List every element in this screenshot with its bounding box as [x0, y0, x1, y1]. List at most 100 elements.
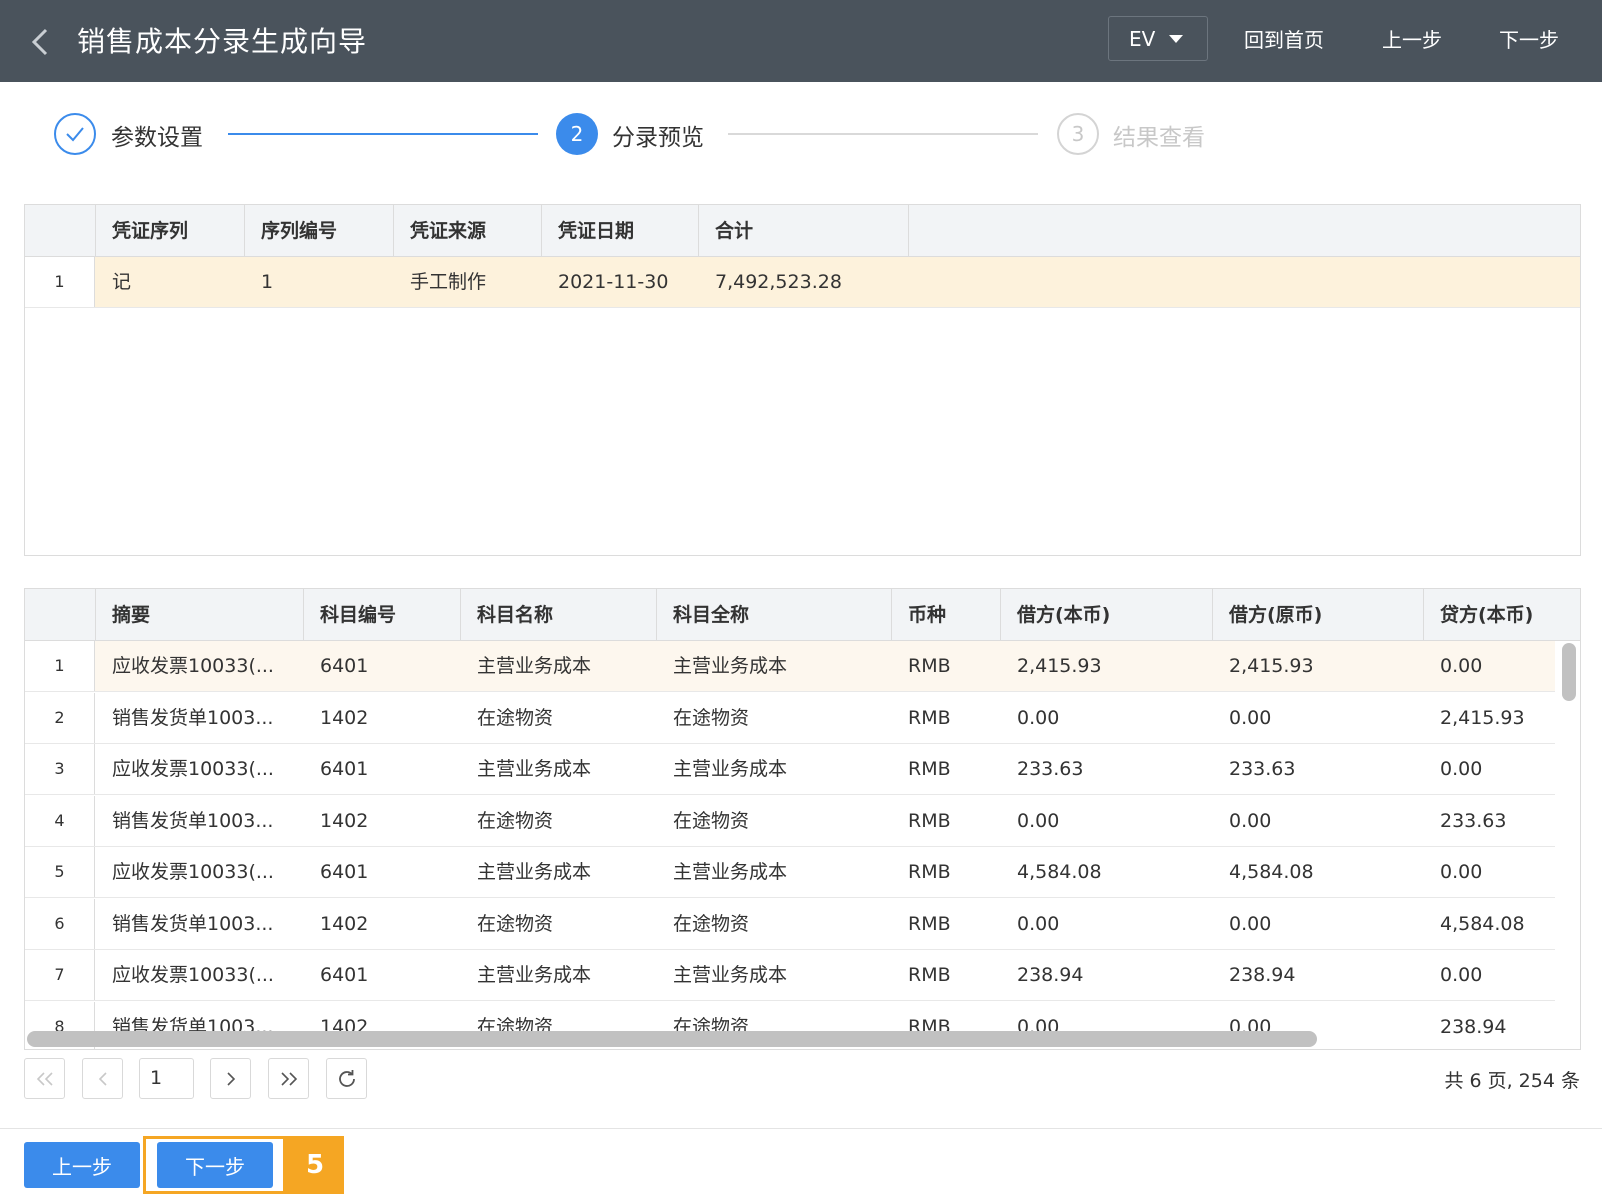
top-bar: 销售成本分录生成向导 EV 回到首页 上一步 下一步	[0, 0, 1602, 82]
step-2-number: 2	[556, 113, 598, 155]
step-done-check-icon	[54, 113, 96, 155]
table-cell: 主营业务成本	[673, 655, 788, 677]
table-cell: 1402	[320, 912, 369, 935]
table-cell: 记	[112, 271, 132, 293]
step-2-label: 分录预览	[612, 125, 704, 151]
step-connector	[228, 133, 538, 135]
table-cell: 主营业务成本	[673, 861, 788, 883]
table-cell: 主营业务成本	[477, 655, 592, 677]
row-number: 2	[25, 692, 95, 743]
row-number: 1	[25, 257, 95, 307]
ev-dropdown-label: EV	[1129, 26, 1156, 51]
callout-highlight-box	[143, 1136, 286, 1194]
step-3-label: 结果查看	[1113, 125, 1205, 151]
table-cell: 1402	[320, 706, 369, 729]
step-connector	[728, 133, 1038, 135]
column-header[interactable]: 凭证日期	[542, 205, 699, 257]
step-3-number: 3	[1057, 113, 1099, 155]
table-cell: 应收发票10033(...	[112, 861, 274, 883]
table-cell: 238.94	[1017, 964, 1084, 986]
table-cell: 0.00	[1017, 809, 1060, 832]
table-cell: 应收发票10033(...	[112, 964, 274, 986]
table-row[interactable]: 4 销售发货单1003... 1402 在途物资 在途物资 RMB 0.00 0.00 233.…	[25, 795, 1555, 847]
table-row[interactable]: 7 应收发票10033(... 6401 主营业务成本 主营业务成本 RMB 238.94 2…	[25, 950, 1555, 1001]
column-header[interactable]: 序列编号	[245, 205, 394, 257]
home-link[interactable]: 回到首页	[1244, 24, 1324, 53]
table-cell: 0.00	[1229, 912, 1272, 935]
table-cell: 在途物资	[477, 912, 554, 935]
table-cell: 手工制作	[410, 271, 487, 293]
voucher-table-header: 凭证序列 序列编号 凭证来源 凭证日期 合计	[25, 205, 1580, 257]
column-header[interactable]: 借方(原币)	[1213, 589, 1424, 641]
table-cell: RMB	[908, 964, 951, 986]
table-cell: 主营业务成本	[477, 758, 592, 780]
double-chevron-left-icon	[36, 1071, 53, 1086]
wizard-steps: 参数设置 2 分录预览 3 结果查看	[0, 108, 1602, 160]
table-cell: 4,584.08	[1229, 861, 1314, 883]
column-header[interactable]: 凭证序列	[96, 205, 245, 257]
last-page-button[interactable]	[268, 1058, 309, 1099]
column-header[interactable]: 币种	[892, 589, 1001, 641]
table-row[interactable]: 3 应收发票10033(... 6401 主营业务成本 主营业务成本 RMB 233.63 2…	[25, 744, 1555, 795]
table-cell: 2,415.93	[1229, 655, 1314, 677]
table-row[interactable]: 2 销售发货单1003... 1402 在途物资 在途物资 RMB 0.00 0.00 2,41…	[25, 692, 1555, 744]
table-row[interactable]: 1 应收发票10033(... 6401 主营业务成本 主营业务成本 RMB 2,415.9…	[25, 641, 1555, 692]
vertical-scrollbar[interactable]	[1562, 643, 1576, 701]
next-page-button[interactable]	[210, 1058, 251, 1099]
column-header[interactable]: 科目名称	[461, 589, 657, 641]
header-prev-link[interactable]: 上一步	[1382, 24, 1442, 53]
back-arrow-icon[interactable]	[26, 24, 56, 60]
first-page-button[interactable]	[24, 1058, 65, 1099]
table-row[interactable]: 6 销售发货单1003... 1402 在途物资 在途物资 RMB 0.00 0.00 4,58…	[25, 898, 1555, 950]
column-header[interactable]: 科目全称	[657, 589, 892, 641]
prev-page-button[interactable]	[82, 1058, 123, 1099]
table-cell: 1	[261, 271, 274, 293]
step-1-label: 参数设置	[111, 125, 203, 151]
table-cell: 应收发票10033(...	[112, 758, 274, 780]
row-number: 6	[25, 898, 95, 949]
table-cell: RMB	[908, 706, 951, 729]
column-header[interactable]: 凭证来源	[394, 205, 542, 257]
table-cell: 主营业务成本	[477, 964, 592, 986]
table-cell: 在途物资	[477, 706, 554, 729]
ev-dropdown[interactable]: EV	[1108, 16, 1208, 61]
table-cell: 销售发货单1003...	[112, 809, 274, 832]
refresh-icon	[338, 1069, 355, 1087]
table-cell: 应收发票10033(...	[112, 655, 274, 677]
prev-step-button[interactable]: 上一步	[24, 1142, 140, 1188]
table-cell: 0.00	[1229, 706, 1272, 729]
table-row[interactable]: 1 记 1 手工制作 2021-11-30 7,492,523.28	[25, 257, 1580, 308]
chevron-right-icon	[226, 1071, 235, 1086]
row-number: 5	[25, 847, 95, 897]
table-cell: RMB	[908, 809, 951, 832]
table-cell: 2,415.93	[1017, 655, 1102, 677]
table-cell: 0.00	[1440, 861, 1483, 883]
refresh-button[interactable]	[326, 1058, 367, 1099]
table-cell: 1402	[320, 809, 369, 832]
column-header[interactable]: 贷方(本币)	[1424, 589, 1580, 641]
footer-divider	[0, 1128, 1602, 1129]
column-header[interactable]: 借方(本币)	[1001, 589, 1213, 641]
table-cell: 238.94	[1229, 964, 1296, 986]
table-cell: 销售发货单1003...	[112, 706, 274, 729]
table-cell: 4,584.08	[1440, 912, 1525, 935]
column-header[interactable]: 科目编号	[304, 589, 461, 641]
horizontal-scrollbar[interactable]	[27, 1031, 1317, 1047]
chevron-left-icon	[98, 1071, 107, 1086]
table-cell: 在途物资	[673, 912, 750, 935]
column-header[interactable]: 摘要	[96, 589, 304, 641]
page-number-input[interactable]: 1	[139, 1058, 194, 1099]
table-cell: 0.00	[1229, 809, 1272, 832]
table-cell: 6401	[320, 655, 369, 677]
column-header[interactable]: 合计	[699, 205, 909, 257]
table-cell: 2,415.93	[1440, 706, 1525, 729]
table-cell: 0.00	[1017, 706, 1060, 729]
table-row[interactable]: 5 应收发票10033(... 6401 主营业务成本 主营业务成本 RMB 4,584.0…	[25, 847, 1555, 898]
table-cell: 238.94	[1440, 1015, 1507, 1038]
entry-table: 摘要 科目编号 科目名称 科目全称 币种 借方(本币) 借方(原币) 贷方(本币…	[24, 588, 1581, 1050]
header-rownum	[25, 589, 96, 641]
table-cell: 在途物资	[673, 809, 750, 832]
header-next-link[interactable]: 下一步	[1499, 24, 1559, 53]
table-cell: 4,584.08	[1017, 861, 1102, 883]
table-cell: 0.00	[1440, 758, 1483, 780]
